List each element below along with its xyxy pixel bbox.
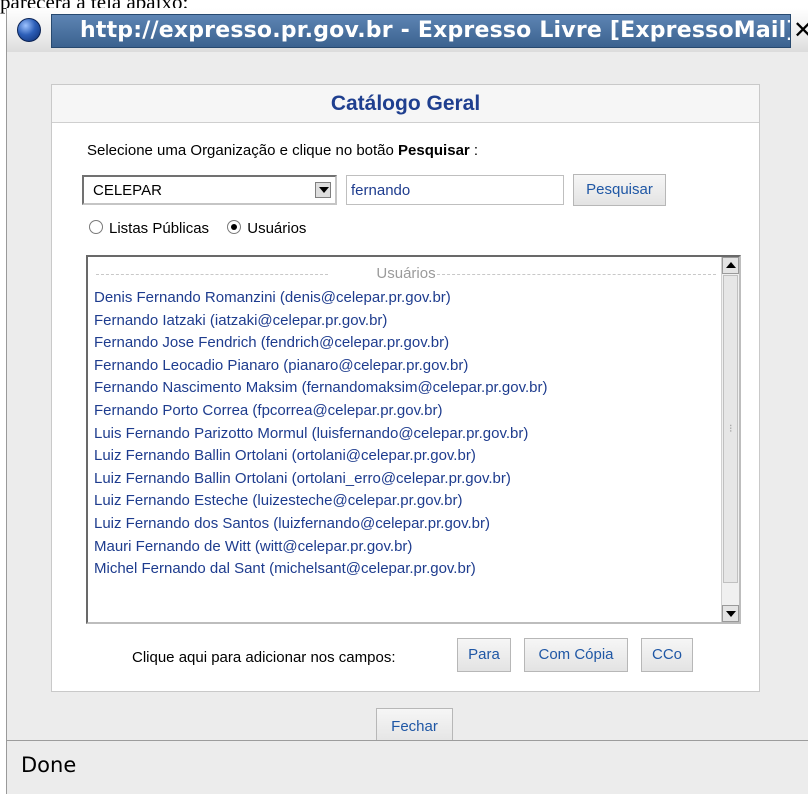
content-frame: Catálogo Geral Selecione uma Organização… (7, 52, 808, 746)
catalog-panel: Catálogo Geral Selecione uma Organização… (51, 84, 760, 692)
list-item[interactable]: Mauri Fernando de Witt (witt@celepar.pr.… (92, 536, 720, 559)
add-fields-label: Clique aqui para adicionar nos campos: (132, 649, 396, 666)
status-bar: Done (7, 740, 808, 794)
list-item[interactable]: Fernando Leocadio Pianaro (pianaro@celep… (92, 355, 720, 378)
radio-users[interactable] (227, 220, 242, 234)
results-scrollbar[interactable]: ⁝ (721, 257, 739, 622)
chevron-down-icon[interactable] (315, 182, 331, 198)
popup-window: http://expresso.pr.gov.br - Expresso Liv… (6, 8, 808, 794)
list-item[interactable]: Fernando Jose Fendrich (fendrich@celepar… (92, 332, 720, 355)
close-window-icon[interactable]: ✕ (793, 16, 808, 44)
user-list: Denis Fernando Romanzini (denis@celepar.… (92, 287, 720, 581)
radio-public-lists-label[interactable]: Listas Públicas (109, 220, 209, 237)
cc-button[interactable]: Com Cópia (524, 638, 628, 672)
list-item[interactable]: Luiz Fernando Ballin Ortolani (ortolani_… (92, 468, 720, 491)
search-button[interactable]: Pesquisar (573, 174, 666, 206)
search-type-radios: Listas Públicas Usuários (89, 220, 320, 237)
status-text: Done (21, 753, 77, 777)
list-item[interactable]: Fernando Iatzaki (iatzaki@celepar.pr.gov… (92, 310, 720, 333)
scroll-down-arrow-icon[interactable] (722, 605, 739, 622)
globe-icon (17, 18, 41, 42)
title-bar[interactable]: http://expresso.pr.gov.br - Expresso Liv… (7, 8, 808, 52)
scroll-thumb[interactable]: ⁝ (723, 275, 738, 583)
grip-icon: ⁝ (729, 423, 733, 435)
instruction-prefix: Selecione uma Organização e clique no bo… (87, 142, 399, 159)
list-item[interactable]: Michel Fernando dal Sant (michelsant@cel… (92, 558, 720, 581)
window-title: http://expresso.pr.gov.br - Expresso Liv… (80, 18, 791, 43)
bcc-button[interactable]: CCo (641, 638, 693, 672)
title-box: http://expresso.pr.gov.br - Expresso Liv… (51, 14, 791, 48)
list-item[interactable]: Luiz Fernando Esteche (luizesteche@celep… (92, 490, 720, 513)
organization-select[interactable]: CELEPAR (82, 175, 337, 205)
results-legend: Usuários (376, 265, 436, 282)
instruction-text: Selecione uma Organização e clique no bo… (87, 142, 478, 159)
catalog-title: Catálogo Geral (52, 85, 759, 123)
list-item[interactable]: Luiz Fernando Ballin Ortolani (ortolani@… (92, 445, 720, 468)
list-item[interactable]: Luiz Fernando dos Santos (luizfernando@c… (92, 513, 720, 536)
organization-value: CELEPAR (93, 182, 162, 199)
results-listbox[interactable]: Usuários Denis Fernando Romanzini (denis… (86, 255, 741, 624)
to-button[interactable]: Para (457, 638, 511, 672)
radio-public-lists[interactable] (89, 220, 103, 234)
list-item[interactable]: Fernando Nascimento Maksim (fernandomaks… (92, 377, 720, 400)
instruction-bold: Pesquisar (398, 142, 470, 159)
scroll-up-arrow-icon[interactable] (722, 257, 739, 274)
list-item[interactable]: Luis Fernando Parizotto Mormul (luisfern… (92, 423, 720, 446)
radio-users-label[interactable]: Usuários (247, 220, 306, 237)
list-item[interactable]: Fernando Porto Correa (fpcorrea@celepar.… (92, 400, 720, 423)
instruction-suffix: : (469, 142, 479, 159)
search-input[interactable] (346, 175, 564, 205)
list-item[interactable]: Denis Fernando Romanzini (denis@celepar.… (92, 287, 720, 310)
